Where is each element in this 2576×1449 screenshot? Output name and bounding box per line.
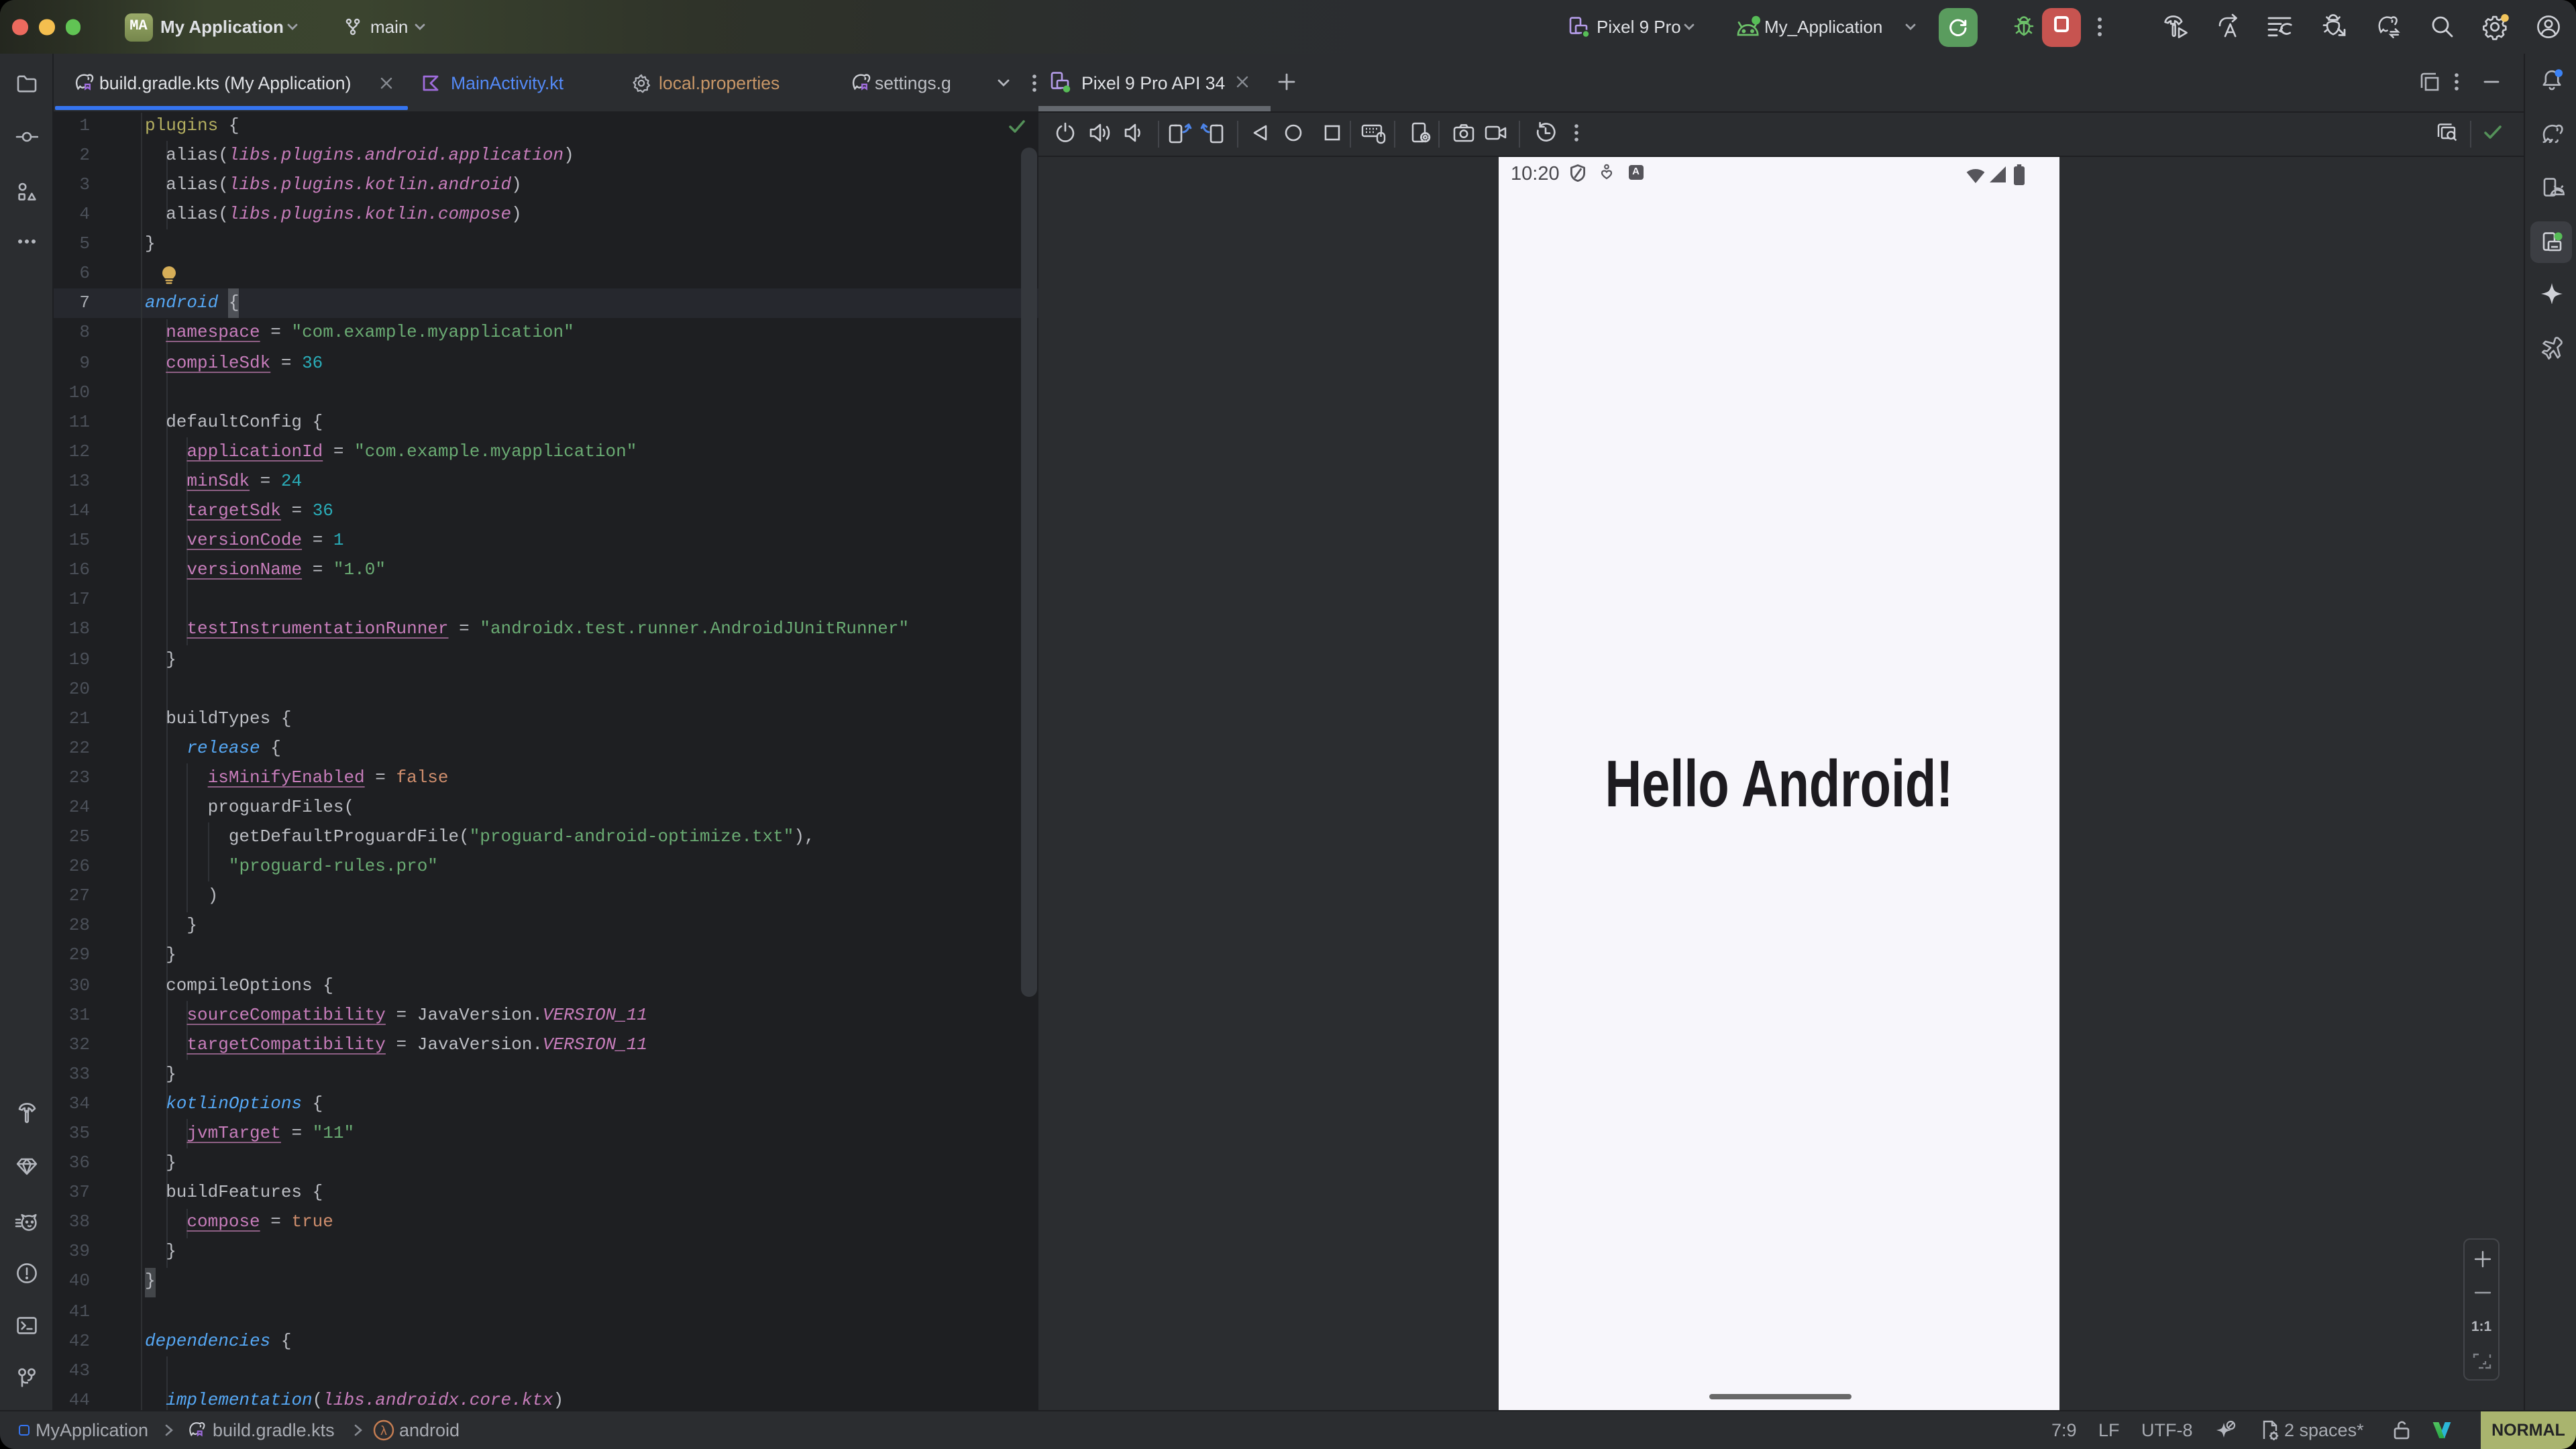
svg-text:λ: λ xyxy=(380,1424,387,1438)
